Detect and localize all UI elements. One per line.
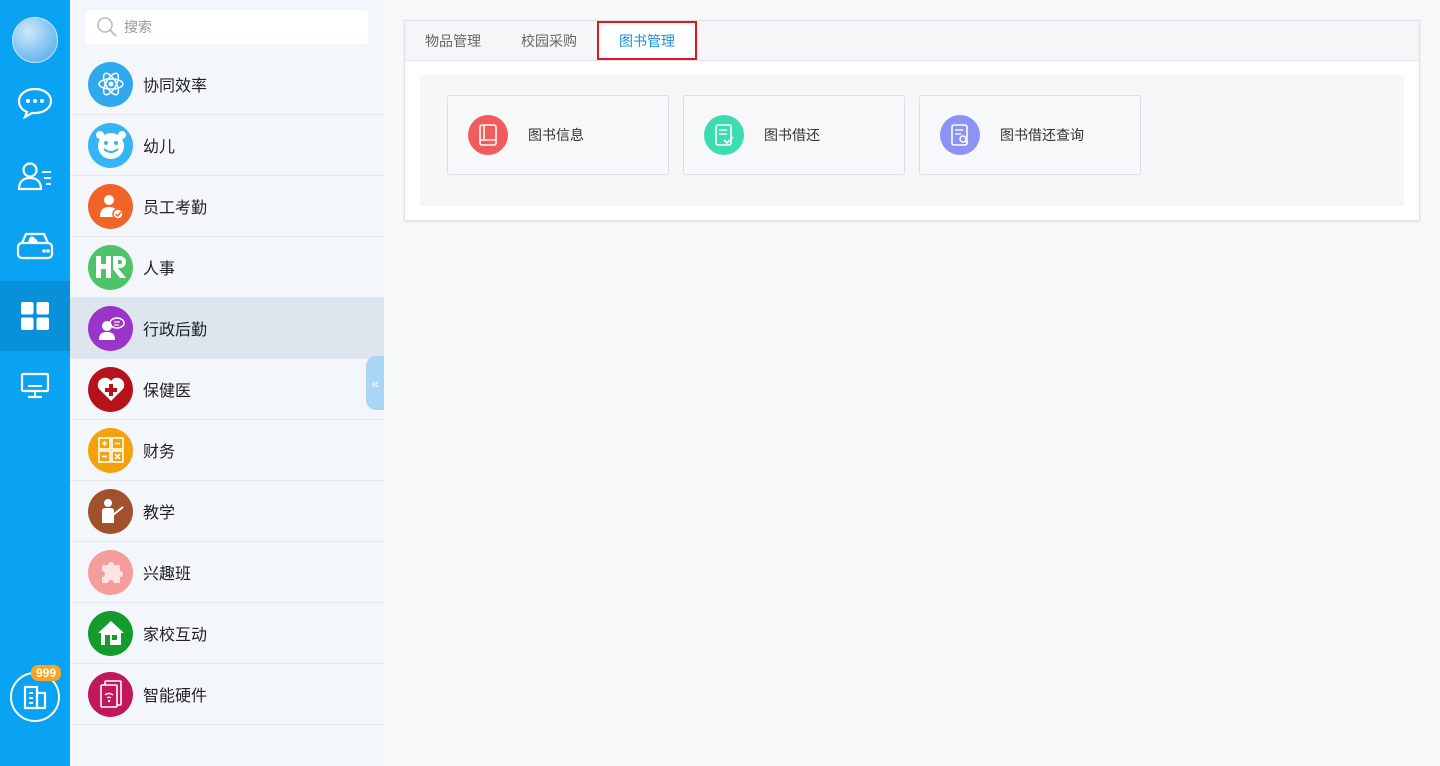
card-label: 图书借还: [764, 127, 820, 143]
search-input[interactable]: [124, 19, 354, 35]
card-book-borrow-return[interactable]: 图书借还: [683, 95, 905, 175]
module-label: 智能硬件: [143, 688, 208, 705]
module-label: 幼儿: [143, 139, 176, 156]
module-item-attendance[interactable]: 员工考勤: [70, 176, 384, 237]
home-icon: [88, 610, 133, 656]
rail-contacts-button[interactable]: [0, 141, 70, 211]
tab-library-management[interactable]: 图书管理: [597, 21, 697, 60]
module-label: 家校互动: [143, 627, 208, 644]
rail-apps-button[interactable]: [0, 281, 70, 351]
employee-check-icon: [88, 183, 133, 229]
teacher-icon: [88, 488, 133, 534]
module-item-health[interactable]: 保健医: [70, 359, 384, 420]
double-chevron-left-icon: «: [371, 375, 379, 391]
app-rail: 999: [0, 0, 70, 766]
module-label: 人事: [143, 261, 176, 278]
book-search-icon: [940, 115, 980, 155]
chat-icon: [17, 87, 53, 120]
module-item-admin[interactable]: 行政后勤: [70, 298, 384, 359]
tab-bar: 物品管理 校园采购 图书管理: [405, 21, 1419, 61]
book-icon: [468, 115, 508, 155]
puzzle-icon: [88, 549, 133, 595]
calculator-icon: [88, 427, 133, 473]
card-book-info[interactable]: 图书信息: [447, 95, 669, 175]
cloud-drive-icon: [16, 232, 54, 260]
admin-speaker-icon: [88, 305, 133, 351]
notification-badge: 999: [31, 665, 62, 681]
collapse-sidebar-button[interactable]: «: [366, 356, 384, 410]
module-label: 财务: [143, 444, 176, 461]
module-item-hr[interactable]: 人事: [70, 237, 384, 298]
module-sidebar: 协同效率 幼儿 员工考勤: [70, 0, 384, 766]
book-return-icon: [704, 115, 744, 155]
monitor-icon: [20, 372, 50, 399]
module-label: 兴趣班: [143, 566, 192, 583]
rail-monitor-button[interactable]: [0, 351, 70, 421]
module-item-collab[interactable]: 协同效率: [70, 54, 384, 115]
module-item-child[interactable]: 幼儿: [70, 115, 384, 176]
smiley-icon: [88, 122, 133, 168]
card-label: 图书信息: [528, 127, 584, 143]
card-label: 图书借还查询: [1000, 127, 1084, 143]
tab-item-management[interactable]: 物品管理: [405, 21, 501, 60]
apps-grid-icon: [21, 302, 49, 330]
module-item-smart-hardware[interactable]: 智能硬件: [70, 664, 384, 725]
health-heart-icon: [88, 366, 133, 412]
main-panel: 物品管理 校园采购 图书管理 图书信息 图书借还 图书借还查询: [404, 20, 1420, 221]
building-icon: [23, 685, 47, 710]
module-item-home-school[interactable]: 家校互动: [70, 603, 384, 664]
user-avatar[interactable]: [12, 17, 58, 63]
card-book-borrow-query[interactable]: 图书借还查询: [919, 95, 1141, 175]
module-item-teaching[interactable]: 教学: [70, 481, 384, 542]
smart-device-icon: [88, 671, 133, 717]
module-item-interest[interactable]: 兴趣班: [70, 542, 384, 603]
module-label: 员工考勤: [143, 200, 208, 217]
search-box[interactable]: [86, 10, 368, 44]
tab-campus-purchase[interactable]: 校园采购: [501, 21, 597, 60]
module-list: 协同效率 幼儿 员工考勤 人事 行政后勤 保健医 财务 教学 兴趣班 家校互动 …: [70, 54, 384, 725]
search-icon: [97, 17, 117, 37]
rail-cloud-drive-button[interactable]: [0, 211, 70, 281]
tab-content: 图书信息 图书借还 图书借还查询: [420, 75, 1404, 206]
module-label: 教学: [143, 505, 176, 522]
module-label: 协同效率: [143, 78, 208, 95]
module-label: 保健医: [143, 383, 192, 400]
rail-chat-button[interactable]: [0, 68, 70, 138]
contacts-icon: [17, 162, 51, 191]
module-item-finance[interactable]: 财务: [70, 420, 384, 481]
hr-icon: [88, 244, 133, 290]
atom-icon: [88, 61, 133, 107]
module-label: 行政后勤: [143, 322, 208, 339]
